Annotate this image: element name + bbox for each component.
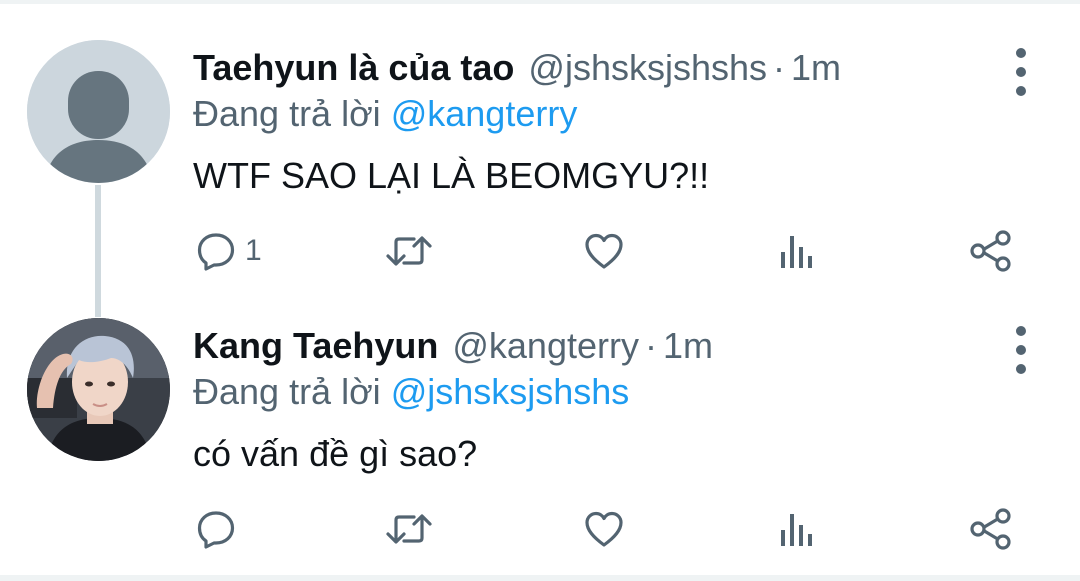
reply-count: 1 [245,234,262,267]
reply-button[interactable] [195,504,245,554]
separator-dot: · [773,47,786,88]
like-icon [585,511,623,547]
default-profile-avatar[interactable] [27,40,170,183]
like-button[interactable] [583,504,625,554]
tweet-header: Taehyun là của tao @jshsksjshshs · 1m [193,46,841,90]
reply-icon [197,511,235,549]
display-name[interactable]: Taehyun là của tao [193,47,514,88]
timestamp[interactable]: 1m [791,47,841,88]
reply-icon [197,233,235,271]
like-icon [585,233,623,269]
retweet-button[interactable] [384,504,434,554]
analytics-icon [781,514,812,546]
bottom-divider [0,575,1080,581]
tweet-text: có vấn đề gì sao? [193,433,478,474]
analytics-icon [781,236,812,268]
user-photo-avatar[interactable] [27,318,170,461]
replying-prefix: Đang trả lời [193,93,381,134]
tweet-text: WTF SAO LẠI LÀ BEOMGYU?!! [193,155,710,196]
user-handle[interactable]: @jshsksjshshs [528,47,767,88]
analytics-button[interactable] [776,504,818,554]
more-icon[interactable] [1002,48,1042,96]
timestamp[interactable]: 1m [663,325,713,366]
share-icon [970,230,1011,272]
retweet-icon [386,514,432,544]
retweet-button[interactable] [384,226,434,276]
share-icon [970,508,1011,550]
user-handle[interactable]: @kangterry [452,325,639,366]
mention-link[interactable]: @jshsksjshshs [391,371,630,412]
mention-link[interactable]: @kangterry [391,93,578,134]
display-name[interactable]: Kang Taehyun [193,325,438,366]
like-button[interactable] [583,226,625,276]
replying-prefix: Đang trả lời [193,371,381,412]
separator-dot: · [644,325,657,366]
reply-button[interactable]: 1 [195,226,262,276]
action-bar [0,504,1080,556]
top-divider [0,0,1080,4]
action-bar: 1 [0,226,1080,278]
replying-to-line: Đang trả lời @jshsksjshshs [193,370,629,414]
more-icon[interactable] [1002,326,1042,374]
replying-to-line: Đang trả lời @kangterry [193,92,577,136]
analytics-button[interactable] [776,226,818,276]
share-button[interactable] [968,226,1014,276]
share-button[interactable] [968,504,1014,554]
retweet-icon [386,236,432,266]
tweet-header: Kang Taehyun @kangterry · 1m [193,324,713,368]
